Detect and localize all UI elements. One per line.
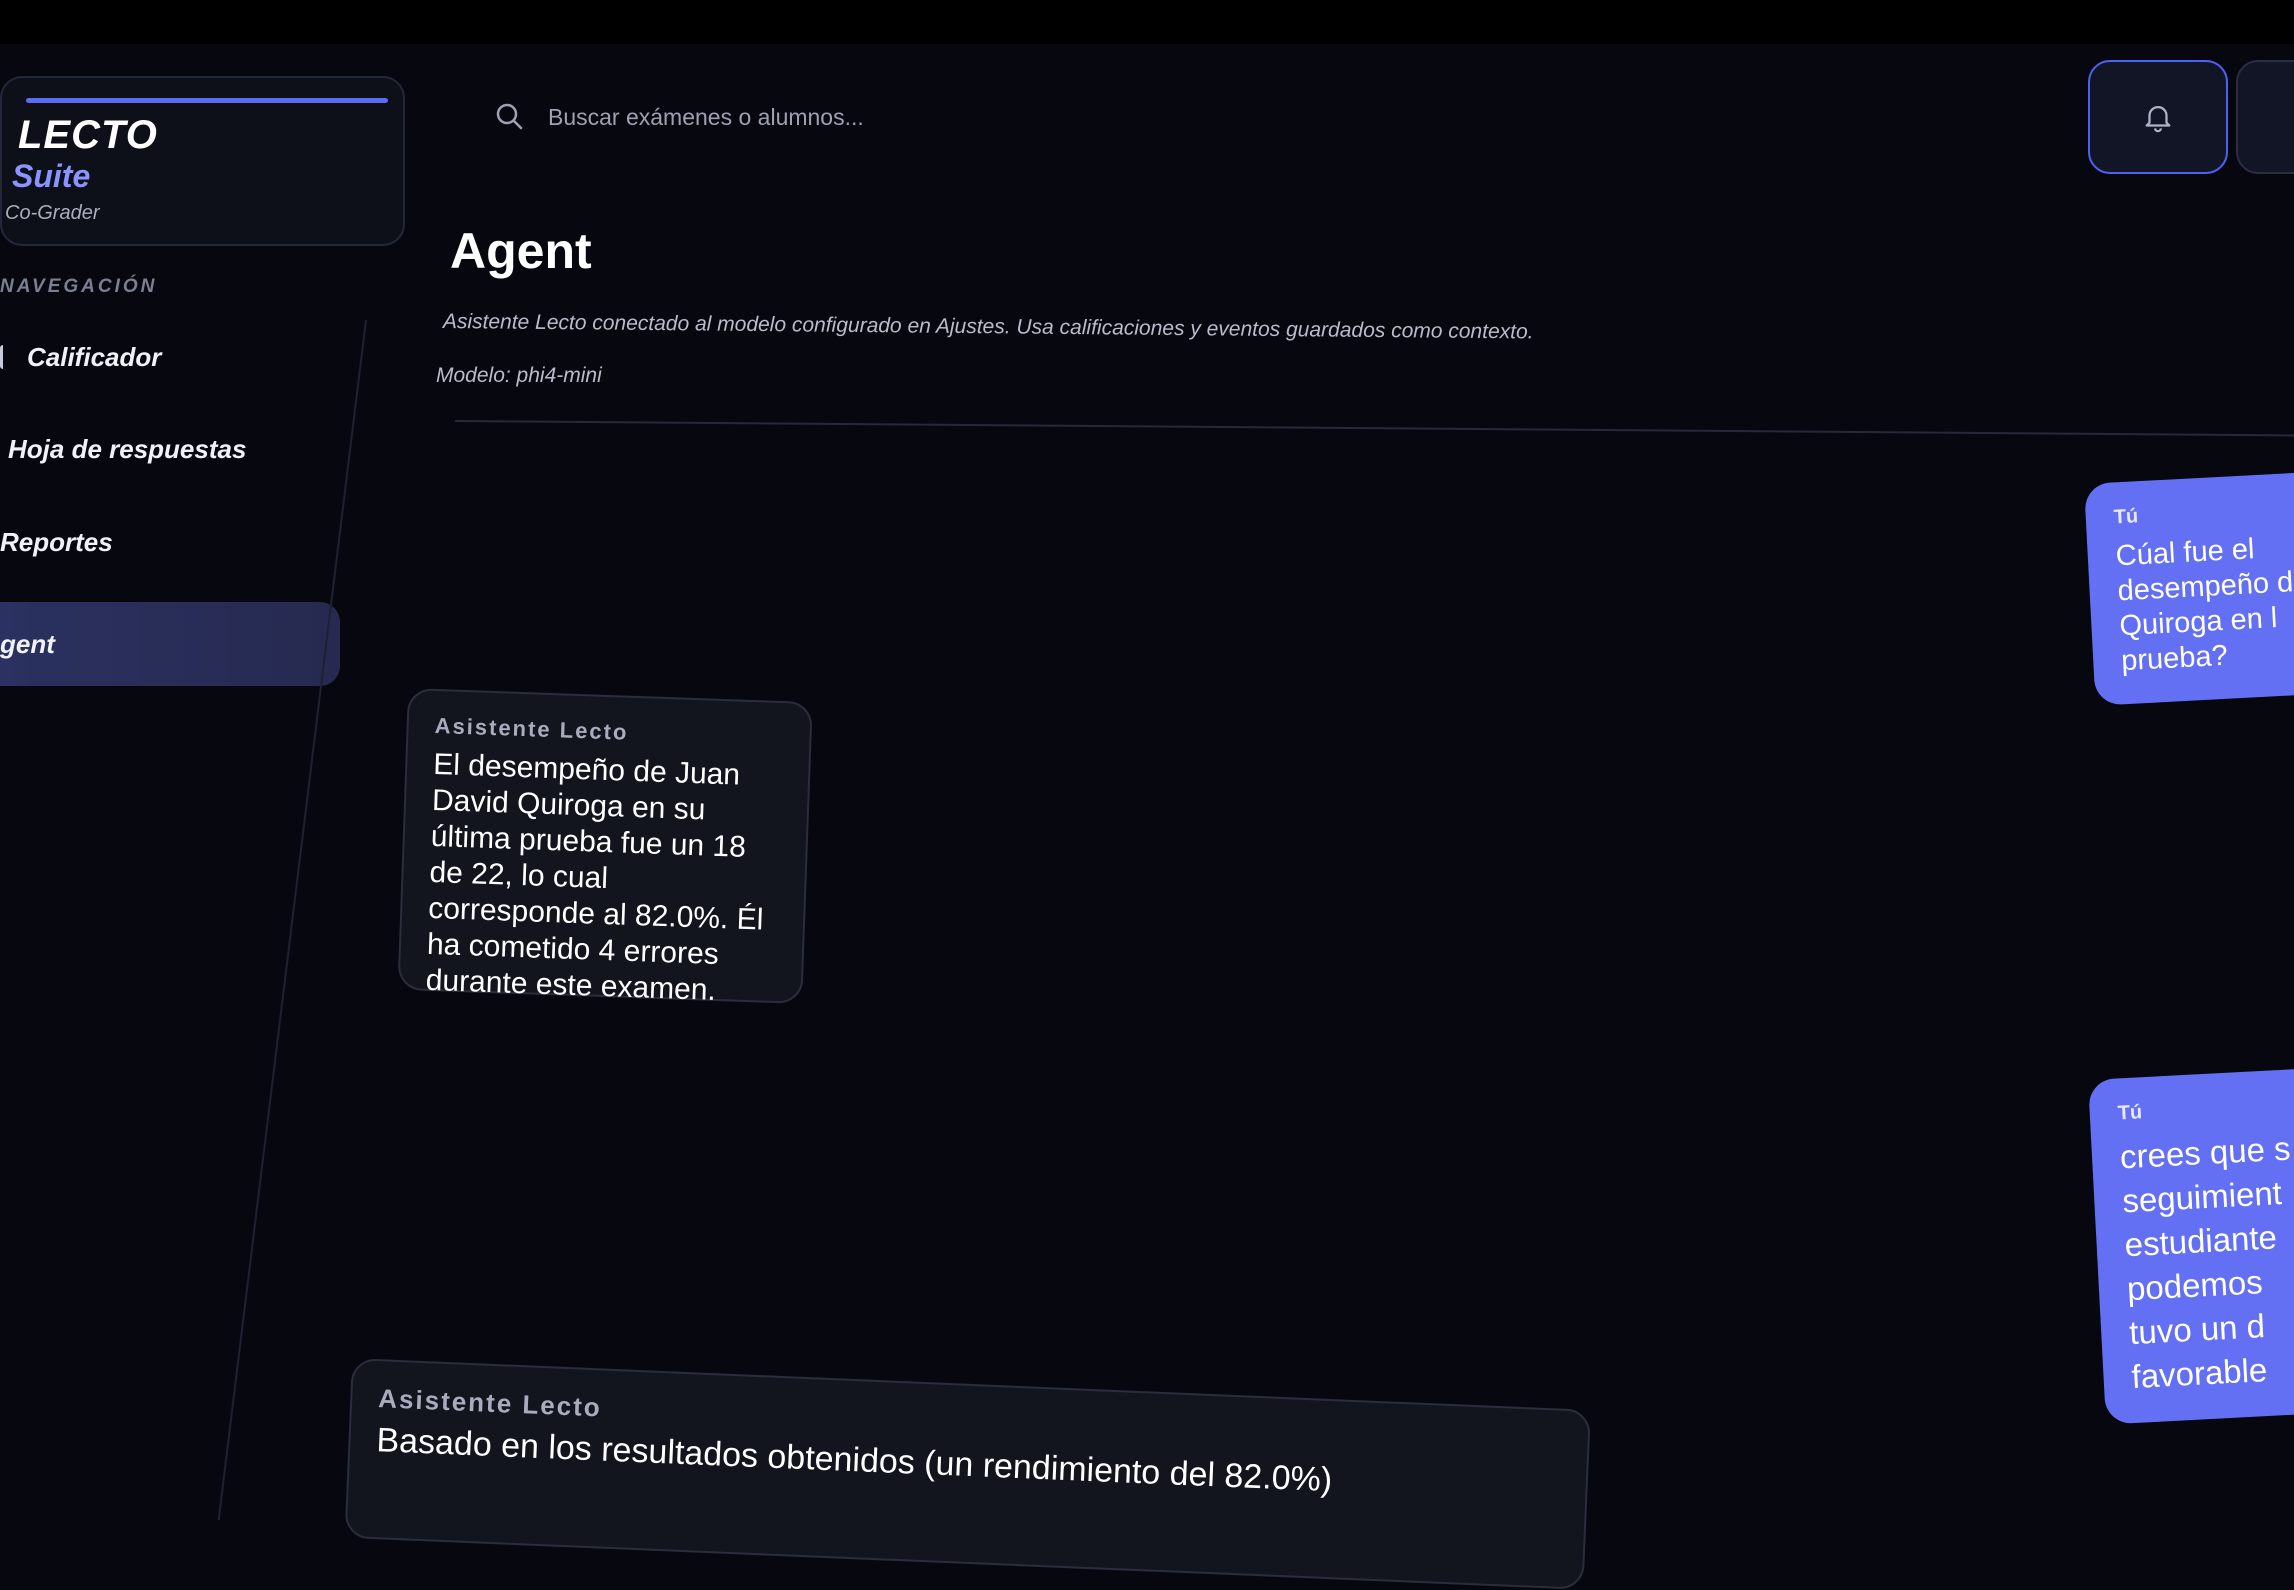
brand-tagline: Co-Grader [5, 202, 100, 224]
page-description: Asistente Lecto conectado al modelo conf… [442, 310, 1534, 344]
nav-heading: NAVEGACIÓN [0, 276, 158, 297]
sidebar-item-reportes[interactable]: Reportes [0, 503, 330, 581]
message-sender: Asistente Lecto [434, 712, 629, 745]
assistant-message: Asistente Lecto El desempeño de Juan Dav… [397, 688, 813, 1007]
message-text: Cúal fue el desempeño d Quiroga en l pru… [2114, 533, 2294, 678]
brand-card: LECTO Suite Co-Grader [0, 76, 405, 246]
document-icon [0, 345, 13, 369]
brand-subtitle: Suite [12, 158, 91, 194]
sidebar-divider [217, 320, 367, 1520]
sidebar-item-hoja-de-respuestas[interactable]: Hoja de respuestas [8, 410, 338, 488]
sidebar-item-label: Reportes [0, 526, 113, 557]
brand-title: LECTO [18, 113, 158, 157]
sidebar-item-agent[interactable]: gent [0, 602, 340, 686]
message-sender: Tú [2113, 505, 2139, 529]
sidebar-item-label: Hoja de respuestas [8, 433, 247, 464]
window-top-strip [0, 0, 2294, 44]
page-title: Agent [450, 223, 592, 279]
notifications-button[interactable] [2088, 60, 2228, 174]
sidebar-item-label: gent [0, 628, 55, 659]
message-text: El desempeño de Juan David Quiroga en su… [425, 747, 764, 1007]
message-text: crees que s seguimient estudiante podemo… [2119, 1129, 2292, 1396]
message-sender: Tú [2117, 1101, 2143, 1125]
search-input[interactable] [546, 96, 1270, 138]
user-message: Tú Cúal fue el desempeño d Quiroga en l … [2084, 471, 2294, 706]
user-message: Tú crees que s seguimient estudiante pod… [2088, 1067, 2294, 1425]
sidebar-item-calificador[interactable]: Calificador [0, 318, 330, 396]
bell-icon [2145, 106, 2171, 133]
sidebar-item-label: Calificador [27, 341, 162, 372]
model-label: Modelo: phi4-mini [436, 364, 602, 387]
search-icon [496, 103, 523, 130]
gear-icon [2290, 104, 2294, 134]
header-divider [454, 420, 2294, 437]
brand-accent-bar [26, 98, 388, 103]
settings-button[interactable] [2236, 60, 2294, 174]
assistant-message: Asistente Lecto Basado en los resultados… [344, 1358, 1591, 1590]
